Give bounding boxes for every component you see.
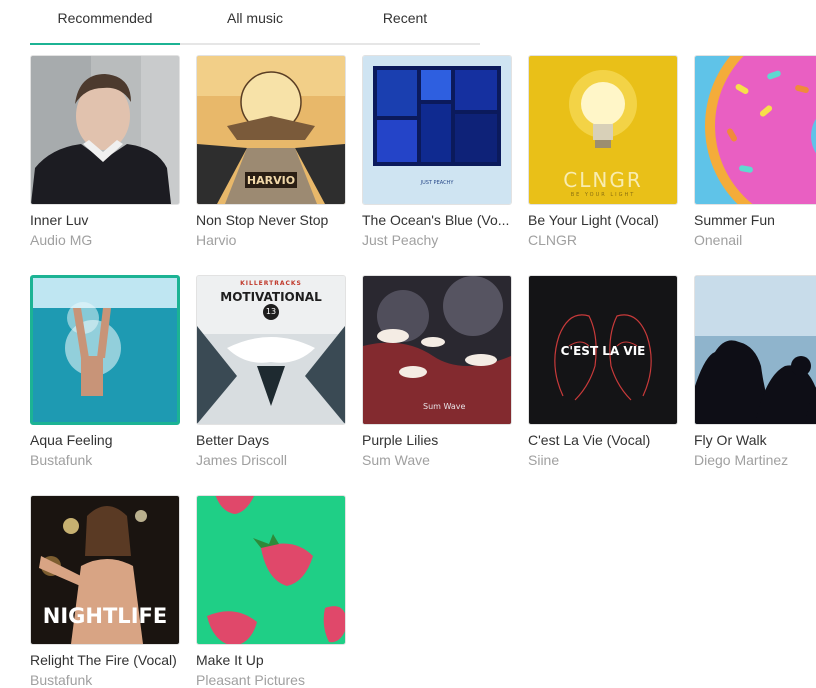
track-card[interactable]: Aqua Feeling Bustafunk <box>30 275 180 468</box>
track-artist[interactable]: Sum Wave <box>362 452 512 468</box>
track-title[interactable]: Non Stop Never Stop <box>196 212 346 228</box>
album-cover[interactable]: CLNGR BE YOUR LIGHT <box>528 55 678 205</box>
album-cover[interactable]: HARVIO <box>196 55 346 205</box>
track-artist[interactable]: CLNGR <box>528 232 678 248</box>
track-card[interactable]: Fly Or Walk Diego Martinez <box>694 275 816 468</box>
tab-recommended[interactable]: Recommended <box>30 10 180 26</box>
album-cover[interactable] <box>30 55 180 205</box>
album-cover-selected[interactable] <box>30 275 180 425</box>
tab-recent[interactable]: Recent <box>330 10 480 26</box>
track-artist[interactable]: Onenail <box>694 232 816 248</box>
track-card[interactable]: JUST PEACHY The Ocean's Blue (Vo... Just… <box>362 55 512 248</box>
cover-title-text: CLNGR <box>563 168 643 192</box>
cover-title-text: C'EST LA VIE <box>560 344 646 358</box>
album-cover[interactable]: KILLERTRACKS MOTIVATIONAL 13 <box>196 275 346 425</box>
album-cover[interactable]: JUST PEACHY <box>362 55 512 205</box>
track-card[interactable]: Inner Luv Audio MG <box>30 55 180 248</box>
track-card[interactable]: Make It Up Pleasant Pictures <box>196 495 346 688</box>
track-artist[interactable]: Harvio <box>196 232 346 248</box>
track-card[interactable]: Summer Fun Onenail <box>694 55 816 248</box>
cover-number-text: 13 <box>265 307 277 316</box>
track-artist[interactable]: Diego Martinez <box>694 452 816 468</box>
track-card[interactable]: HARVIO Non Stop Never Stop Harvio <box>196 55 346 248</box>
cover-title-text: NIGHTLIFE <box>42 604 168 628</box>
cover-subtitle-text: BE YOUR LIGHT <box>570 192 636 198</box>
track-card[interactable]: CLNGR BE YOUR LIGHT Be Your Light (Vocal… <box>528 55 678 248</box>
track-artist[interactable]: Bustafunk <box>30 672 180 688</box>
track-artist[interactable]: Pleasant Pictures <box>196 672 346 688</box>
track-card[interactable]: NIGHTLIFE Relight The Fire (Vocal) Busta… <box>30 495 180 688</box>
album-cover[interactable]: C'EST LA VIE <box>528 275 678 425</box>
album-cover[interactable]: Sum Wave <box>362 275 512 425</box>
track-artist[interactable]: Just Peachy <box>362 232 512 248</box>
album-cover[interactable]: NIGHTLIFE <box>30 495 180 645</box>
album-cover[interactable] <box>196 495 346 645</box>
album-cover[interactable] <box>694 275 816 425</box>
album-cover[interactable] <box>694 55 816 205</box>
track-artist[interactable]: Bustafunk <box>30 452 180 468</box>
track-title[interactable]: Make It Up <box>196 652 346 668</box>
cover-brand-text: KILLERTRACKS <box>240 280 302 287</box>
track-artist[interactable]: Audio MG <box>30 232 180 248</box>
track-title[interactable]: C'est La Vie (Vocal) <box>528 432 678 448</box>
track-artist[interactable]: Siine <box>528 452 678 468</box>
active-tab-indicator <box>30 43 180 45</box>
tab-bar: Recommended All music Recent <box>30 0 480 45</box>
tab-all-music[interactable]: All music <box>180 10 330 26</box>
cover-title-text: HARVIO <box>246 174 296 187</box>
cover-title-text: Sum Wave <box>423 402 466 411</box>
track-title[interactable]: Be Your Light (Vocal) <box>528 212 678 228</box>
cover-artist-text: JUST PEACHY <box>420 180 454 186</box>
track-title[interactable]: Aqua Feeling <box>30 432 180 448</box>
track-artist[interactable]: James Driscoll <box>196 452 346 468</box>
track-title[interactable]: Better Days <box>196 432 346 448</box>
cover-title-text: MOTIVATIONAL <box>220 290 322 304</box>
track-title[interactable]: The Ocean's Blue (Vo... <box>362 212 512 228</box>
track-card[interactable]: KILLERTRACKS MOTIVATIONAL 13 Better Days… <box>196 275 346 468</box>
track-title[interactable]: Purple Lilies <box>362 432 512 448</box>
track-title[interactable]: Relight The Fire (Vocal) <box>30 652 180 668</box>
track-card[interactable]: C'EST LA VIE C'est La Vie (Vocal) Siine <box>528 275 678 468</box>
track-title[interactable]: Fly Or Walk <box>694 432 816 448</box>
track-title[interactable]: Inner Luv <box>30 212 180 228</box>
track-title[interactable]: Summer Fun <box>694 212 816 228</box>
track-card[interactable]: Sum Wave Purple Lilies Sum Wave <box>362 275 512 468</box>
